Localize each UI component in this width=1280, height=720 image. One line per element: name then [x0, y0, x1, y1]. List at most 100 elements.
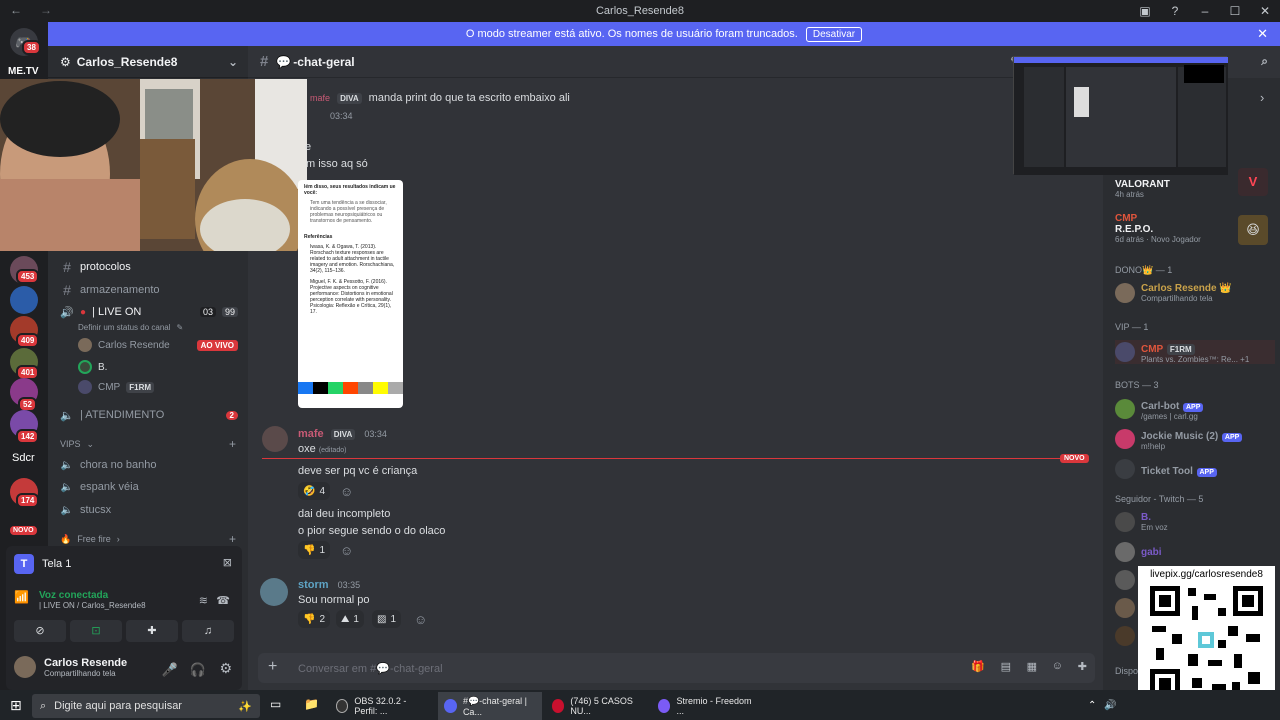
activities-icon[interactable]: ✚ [126, 620, 178, 642]
member-item[interactable]: B. Em voz [1115, 512, 1168, 532]
windows-start-icon[interactable]: ⊞ [10, 697, 22, 714]
reaction[interactable]: ▨ 1 [372, 610, 402, 628]
stremio-icon [658, 699, 671, 713]
help-icon[interactable]: ? [1160, 0, 1190, 22]
avatar[interactable] [260, 578, 288, 606]
banner-text: O modo streamer está ativo. Os nomes de … [465, 28, 798, 40]
member-group-header: VIP — 1 [1115, 322, 1149, 332]
task-view-icon[interactable]: ▭ [270, 697, 281, 711]
forward-arrow-icon[interactable]: → [40, 3, 52, 17]
guild-tag: F1RM [126, 381, 155, 393]
reaction[interactable]: 🤣 4 [298, 482, 331, 500]
speaker-icon: 🔈 [60, 481, 74, 493]
speaker-icon: 🔊 [60, 306, 74, 319]
stream-preview-row[interactable]: T Tela 1 [14, 554, 71, 574]
avatar[interactable] [1115, 598, 1135, 618]
maximize-icon[interactable]: ☐ [1220, 0, 1250, 22]
member-item[interactable]: gabi [1115, 542, 1162, 562]
gift-icon[interactable]: 🎁 [971, 660, 985, 673]
voice-user[interactable]: CMP F1RM [78, 378, 155, 396]
add-channel-icon[interactable]: + [229, 437, 236, 451]
reply-author[interactable]: mafe [310, 93, 330, 103]
taskbar-app-opera[interactable]: (746) 5 CASOS NU... [546, 692, 646, 720]
gear-icon[interactable]: ⚙ [219, 660, 232, 677]
category-vips[interactable]: VIPS ⌄ + [56, 436, 242, 452]
volume-icon[interactable]: 🔊 [1104, 700, 1116, 711]
close-banner-icon[interactable]: ✕ [1257, 26, 1268, 42]
search-icon[interactable]: ⌕ [1261, 54, 1268, 69]
reaction[interactable]: 👎 1 [298, 541, 331, 559]
member-item[interactable]: Carlos Resende 👑 Compartilhando tela [1115, 283, 1232, 303]
apps-icon[interactable]: ✚ [1078, 660, 1087, 673]
reaction[interactable]: ⛰ 1 [336, 610, 364, 628]
soundboard-icon[interactable]: ♫ [182, 620, 234, 642]
image-attachment[interactable]: lém disso, seus resultados indicam ue vo… [298, 180, 403, 408]
inbox-icon[interactable]: ▣ [1130, 0, 1160, 22]
member-item[interactable]: Ticket Tool APP [1115, 459, 1217, 479]
activity-card[interactable]: VALORANT 4h atrás [1115, 179, 1170, 199]
disconnect-icon[interactable]: ☎ [216, 594, 230, 607]
voice-connected-channel[interactable]: | LIVE ON / Carlos_Resende8 [39, 601, 146, 610]
headphones-icon[interactable]: 🎧 [190, 662, 206, 678]
member-group-header: DONO👑 — 1 [1115, 265, 1173, 275]
brand-label: ME.TV [8, 66, 39, 77]
voice-user[interactable]: B. [78, 358, 107, 376]
avatar[interactable] [1115, 626, 1135, 646]
avatar[interactable] [1115, 570, 1135, 590]
add-reaction-icon[interactable]: ☺ [414, 612, 427, 627]
minimize-icon[interactable]: – [1190, 0, 1220, 22]
noise-suppression-icon[interactable]: ≋ [199, 594, 208, 607]
author-name[interactable]: mafe [298, 428, 324, 440]
sticker-icon[interactable]: ▦ [1027, 660, 1037, 673]
status-hint-text: Definir um status do canal [78, 322, 171, 332]
message-composer[interactable]: + Conversar em #💬-chat-geral 🎁 ▤ ▦ ☺ ✚ [258, 653, 1095, 683]
reaction[interactable]: 👎 2 [298, 610, 331, 628]
voice-user-name: Carlos Resende [98, 339, 170, 351]
member-item[interactable]: Jockie Music (2) APP m!help [1115, 427, 1243, 451]
camera-off-icon[interactable]: ⊘ [14, 620, 66, 642]
voice-channel[interactable]: 🔈 espank véia [56, 477, 242, 497]
channel-protocolos[interactable]: # protocolos [56, 257, 242, 277]
gif-icon[interactable]: ▤ [1001, 660, 1011, 673]
add-channel-icon[interactable]: + [229, 532, 236, 546]
chevron-right-icon[interactable]: › [1260, 90, 1264, 105]
voice-user[interactable]: Carlos Resende AO VIVO [78, 336, 238, 354]
member-item[interactable]: Carl-bot APP /games | carl.gg [1115, 397, 1204, 421]
add-reaction-icon[interactable]: ☺ [340, 484, 353, 499]
stop-stream-icon[interactable]: ⊠ [223, 556, 232, 569]
author-name[interactable]: storm [298, 579, 329, 591]
stream-preview[interactable] [1013, 56, 1228, 175]
server-text-icon[interactable]: Sdcr [12, 452, 35, 464]
channel-armazenamento[interactable]: # armazenamento [56, 280, 242, 300]
category-free-fire[interactable]: 🔥 Free fire › + [56, 531, 242, 547]
add-reaction-icon[interactable]: ☺ [340, 543, 353, 558]
webcam-image [0, 79, 307, 251]
taskbar-app-stremio[interactable]: Stremio - Freedom ... [652, 692, 752, 720]
close-window-icon[interactable]: ✕ [1250, 0, 1280, 22]
activity-card[interactable]: CMP R.E.P.O. 6d atrás · Novo Jogador [1115, 213, 1201, 244]
upload-plus-icon[interactable]: + [268, 658, 277, 676]
guild-header[interactable]: ⚙ Carlos_Resende8 ⌄ [48, 46, 248, 78]
tray-chevron-icon[interactable]: ⌃ [1088, 700, 1096, 711]
avatar[interactable] [262, 426, 288, 452]
taskbar-search[interactable]: ⌕ Digite aqui para pesquisar ✨ [32, 694, 260, 718]
taskbar-app-obs[interactable]: OBS 32.0.2 - Perfil: ... [330, 692, 430, 720]
member-name: Carl-bot [1141, 401, 1180, 412]
taskbar-app-discord[interactable]: #💬-chat-geral | Ca... [438, 692, 542, 720]
back-arrow-icon[interactable]: ← [10, 3, 22, 17]
member-item[interactable]: CMP F1RM Plants vs. Zombies™: Re... +1 [1115, 340, 1275, 364]
microphone-icon[interactable]: 🎤 [162, 662, 178, 678]
channel-status-hint[interactable]: Definir um status do canal ✎ [74, 317, 260, 337]
voice-channel[interactable]: 🔈 stucsx [56, 500, 242, 520]
disable-streamer-mode-button[interactable]: Desativar [805, 26, 863, 42]
voice-channel[interactable]: 🔈 chora no banho [56, 455, 242, 475]
server-icon[interactable] [10, 286, 38, 314]
user-panel[interactable]: Carlos Resende Compartilhando tela [14, 656, 127, 678]
emoji-icon[interactable]: ☺ [1052, 660, 1063, 672]
screen-share-icon[interactable]: ⊡ [70, 620, 122, 642]
timestamp: 03:35 [337, 580, 361, 590]
file-explorer-icon[interactable]: 📁 [304, 697, 319, 711]
hash-icon: # [63, 259, 71, 275]
taskbar-app-label: (746) 5 CASOS NU... [570, 696, 633, 716]
voice-channel-atendimento[interactable]: 🔈 | ATENDIMENTO 2 [56, 405, 242, 425]
